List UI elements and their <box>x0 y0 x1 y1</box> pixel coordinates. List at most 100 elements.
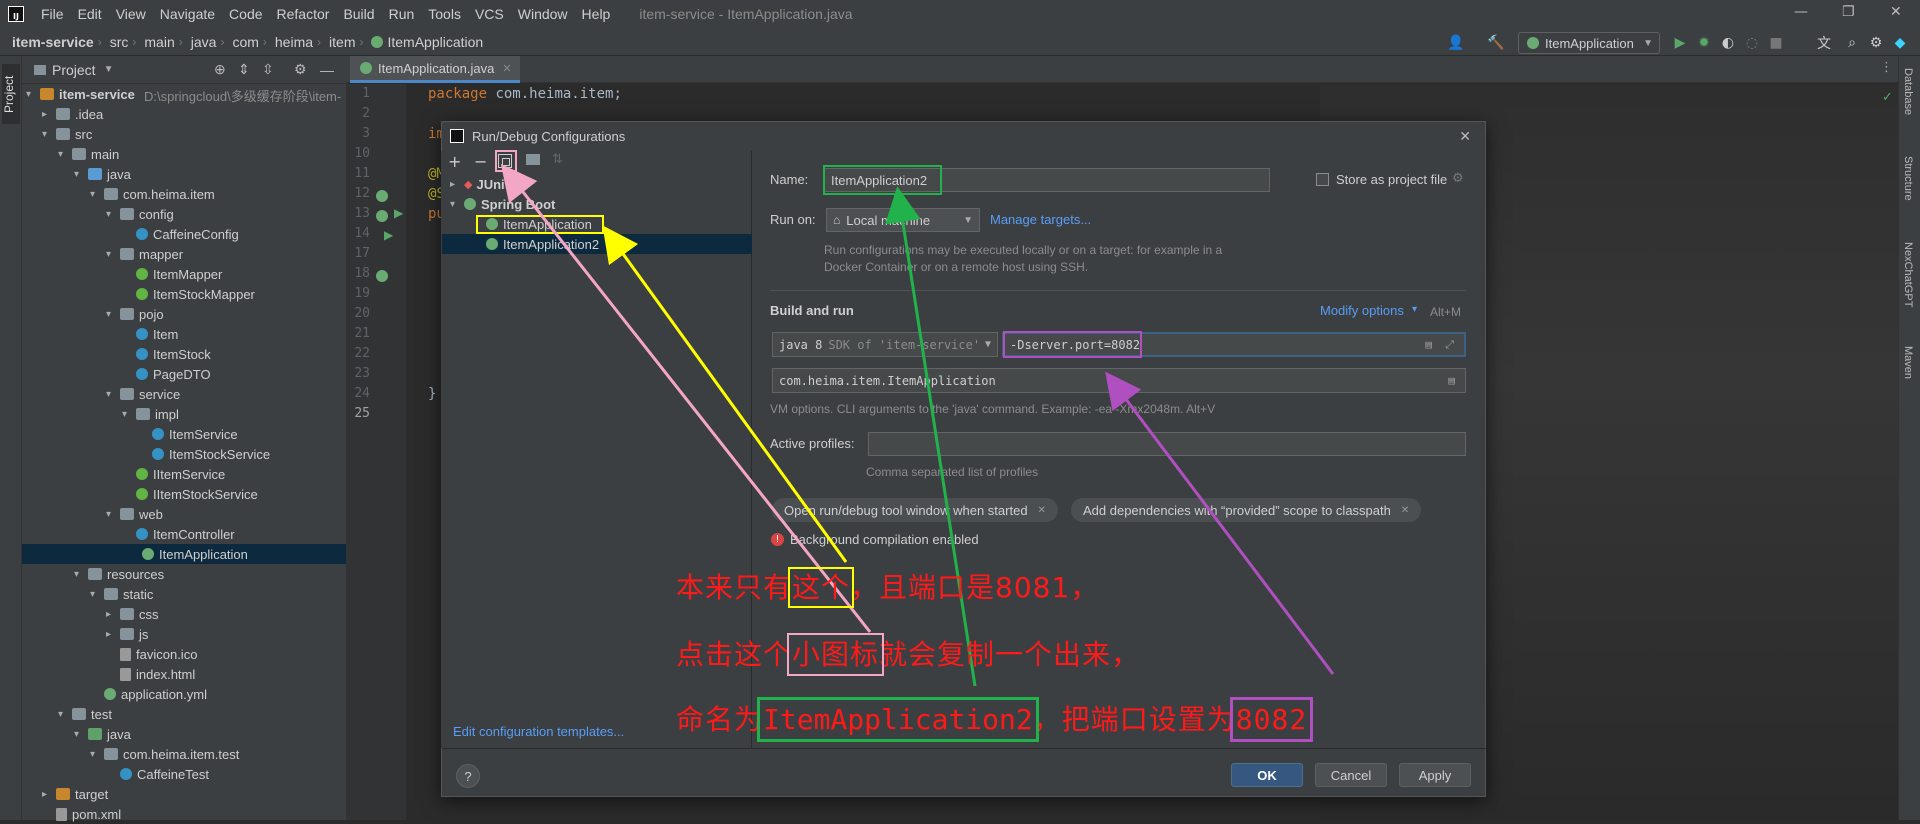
gear-icon[interactable]: ⚙ <box>1866 33 1886 53</box>
profiles-field[interactable] <box>868 432 1466 456</box>
project-tree-item[interactable]: Item <box>122 324 178 344</box>
chevron-down-icon[interactable]: ▾ <box>106 209 120 220</box>
project-tree-item[interactable]: favicon.ico <box>106 644 197 664</box>
chevron-down-icon[interactable]: ▾ <box>106 309 120 320</box>
debug-icon[interactable]: ✹ <box>1694 33 1714 53</box>
chevron-down-icon[interactable]: ▾ <box>74 569 88 580</box>
tree-item-application2[interactable]: ItemApplication2 <box>442 234 752 254</box>
project-tree-item[interactable]: application.yml <box>90 684 207 704</box>
chevron-down-icon[interactable]: ▾ <box>58 149 72 160</box>
run-icon[interactable]: ▶ <box>1670 33 1690 53</box>
project-tree-item[interactable]: ▸ .idea <box>42 104 103 124</box>
nexchatgpt-tool-tab[interactable]: NexChatGPT <box>1902 242 1914 307</box>
menu-code[interactable]: Code <box>222 6 269 22</box>
project-tree-item[interactable]: ▾ pojo <box>106 304 164 324</box>
code-line-1[interactable]: package com.heima.item; <box>428 86 622 102</box>
open-tool-window-chip[interactable]: Open run/debug tool window when started … <box>772 498 1058 522</box>
menu-vcs[interactable]: VCS <box>468 6 511 22</box>
close-icon[interactable]: ✕ <box>1401 505 1409 516</box>
breadcrumb-item[interactable]: ItemApplication <box>363 34 487 50</box>
breadcrumb-item[interactable]: src <box>102 34 133 50</box>
code-close-brace[interactable]: } <box>428 386 436 402</box>
project-tree-item[interactable]: ▸ target <box>42 784 108 804</box>
translate-icon[interactable]: 文 <box>1814 33 1834 53</box>
spring-bean-gutter-icon[interactable] <box>376 190 388 202</box>
project-tree-item[interactable]: ▾ resources <box>74 564 164 584</box>
menu-build[interactable]: Build <box>336 6 381 22</box>
project-tool-tab[interactable]: Project <box>2 64 20 124</box>
user-icon[interactable]: 👤 <box>1446 33 1466 53</box>
project-panel-title[interactable]: Project <box>52 62 96 78</box>
chevron-down-icon[interactable]: ▾ <box>26 89 40 100</box>
store-project-checkbox[interactable] <box>1316 173 1329 186</box>
crosshair-icon[interactable]: ⊕ <box>214 61 226 78</box>
chevron-down-icon[interactable]: ▾ <box>90 749 104 760</box>
project-tree-item[interactable]: ▾ java <box>74 164 131 184</box>
chevron-down-icon[interactable]: ▾ <box>42 129 56 140</box>
chevron-down-icon[interactable]: ▾ <box>1412 304 1417 315</box>
project-tree-item[interactable]: ItemApplication <box>22 544 346 564</box>
project-tree-item[interactable]: ItemService <box>138 424 238 444</box>
sort-icon[interactable]: ⇅ <box>552 152 563 167</box>
menu-refactor[interactable]: Refactor <box>270 6 337 22</box>
close-icon[interactable]: ✕ <box>1459 128 1471 145</box>
chevron-right-icon[interactable]: ▸ <box>106 609 120 620</box>
edit-templates-link[interactable]: Edit configuration templates... <box>453 724 624 739</box>
structure-tool-tab[interactable]: Structure <box>1902 156 1914 201</box>
project-tree-item[interactable]: CaffeineTest <box>106 764 209 784</box>
project-tree-item[interactable]: PageDTO <box>122 364 211 384</box>
tab-item-application[interactable]: ItemApplication.java ✕ <box>350 56 520 83</box>
run-config-select[interactable]: ItemApplication ▼ <box>1518 32 1660 54</box>
clipboard-icon[interactable]: ▤ <box>1448 374 1455 387</box>
chevron-down-icon[interactable]: ▾ <box>90 189 104 200</box>
project-tree-item[interactable]: ▾ com.heima.item.test <box>90 744 239 764</box>
spring-bean-gutter-icon[interactable] <box>376 270 388 282</box>
menu-window[interactable]: Window <box>511 6 575 22</box>
ok-button[interactable]: OK <box>1231 763 1303 787</box>
breadcrumb-item[interactable]: item <box>321 34 359 50</box>
expand-all-icon[interactable]: ⇕ <box>238 61 250 78</box>
project-tree-item[interactable]: ▾ mapper <box>106 244 183 264</box>
toolbox-icon[interactable]: ◆ <box>1890 33 1910 53</box>
project-tree-item[interactable]: ▸ js <box>106 624 148 644</box>
hide-icon[interactable]: — <box>320 62 334 78</box>
menu-run[interactable]: Run <box>382 6 422 22</box>
expand-icon[interactable]: ⤢ <box>1445 338 1454 352</box>
spring-bean-gutter-icon[interactable] <box>376 210 388 222</box>
search-icon[interactable]: ⌕ <box>1842 33 1862 53</box>
chevron-down-icon[interactable]: ▾ <box>106 389 120 400</box>
project-tree-item[interactable]: ▾ impl <box>122 404 179 424</box>
stop-icon[interactable]: ■ <box>1766 33 1786 53</box>
project-tree-item[interactable]: ItemStockService <box>138 444 270 464</box>
menu-file[interactable]: File <box>34 6 71 22</box>
project-tree-item[interactable]: ▾ src <box>42 124 92 144</box>
profile-icon[interactable]: ◌ <box>1742 33 1762 53</box>
database-tool-tab[interactable]: Database <box>1902 68 1914 115</box>
add-config-icon[interactable]: + <box>448 152 461 171</box>
chevron-down-icon[interactable]: ▾ <box>90 589 104 600</box>
breadcrumb-item[interactable]: java <box>183 34 221 50</box>
project-tree-item[interactable]: ▾ config <box>106 204 174 224</box>
gear-icon[interactable]: ⚙ <box>294 61 307 78</box>
project-tree-item[interactable]: ItemController <box>122 524 235 544</box>
project-tree-item[interactable]: IItemService <box>122 464 225 484</box>
menu-tools[interactable]: Tools <box>421 6 468 22</box>
breadcrumb-item[interactable]: heima <box>267 34 317 50</box>
project-tree-item[interactable]: ▾ test <box>58 704 112 724</box>
manage-targets-link[interactable]: Manage targets... <box>990 212 1091 227</box>
tree-junit[interactable]: ▸ ◆ JUnit <box>450 174 509 194</box>
menu-edit[interactable]: Edit <box>71 6 109 22</box>
project-tree-item[interactable]: ▾ item-service <box>26 84 135 104</box>
main-class-field[interactable]: com.heima.item.ItemApplication ▤ <box>772 368 1466 393</box>
menu-view[interactable]: View <box>109 6 153 22</box>
close-tab-icon[interactable]: ✕ <box>502 62 511 75</box>
chevron-down-icon[interactable]: ▾ <box>74 729 88 740</box>
chevron-right-icon[interactable]: ▸ <box>106 629 120 640</box>
project-tree-item[interactable]: CaffeineConfig <box>122 224 239 244</box>
chevron-down-icon[interactable]: ▾ <box>74 169 88 180</box>
modify-options-link[interactable]: Modify options <box>1320 303 1404 318</box>
runon-select[interactable]: ⌂ Local machine ▼ <box>826 208 980 232</box>
remove-config-icon[interactable]: − <box>474 152 487 171</box>
breadcrumb-item[interactable]: com <box>224 34 262 50</box>
close-icon[interactable]: ✕ <box>1038 505 1046 516</box>
